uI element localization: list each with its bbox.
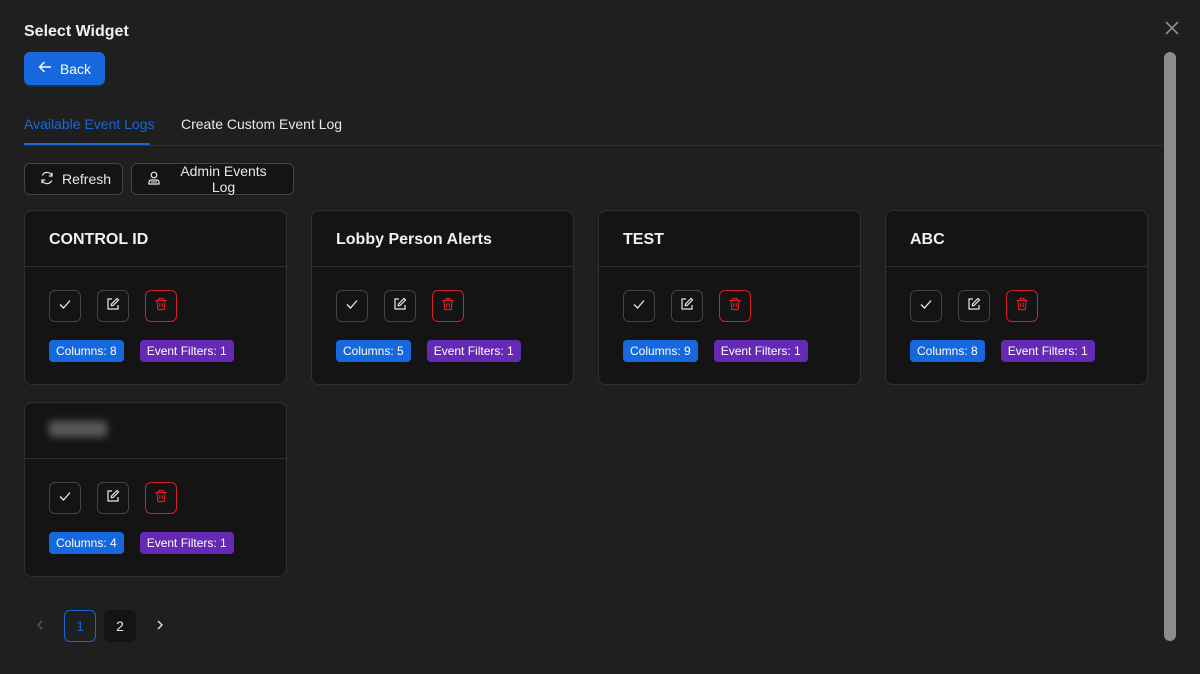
columns-tag: Columns: 5 — [336, 340, 411, 362]
columns-tag: Columns: 9 — [623, 340, 698, 362]
chevron-left-icon — [34, 618, 46, 634]
select-button[interactable] — [49, 290, 81, 322]
delete-button[interactable] — [145, 290, 177, 322]
refresh-label: Refresh — [62, 171, 112, 187]
edit-icon — [393, 297, 407, 316]
check-icon — [632, 297, 646, 316]
event-filters-tag: Event Filters: 1 — [139, 340, 234, 362]
redacted-title-blur — [49, 421, 107, 437]
edit-icon — [680, 297, 694, 316]
trash-icon — [154, 297, 168, 316]
close-icon[interactable] — [1162, 18, 1182, 38]
select-widget-modal: Select Widget Back Available Event Logs … — [0, 0, 1200, 674]
page-2-button[interactable]: 2 — [104, 610, 136, 642]
modal-title: Select Widget — [24, 23, 129, 40]
prev-page-button[interactable] — [24, 610, 56, 642]
card-title: CONTROL ID — [25, 211, 286, 267]
check-icon — [58, 489, 72, 508]
event-filters-tag: Event Filters: 1 — [1000, 340, 1095, 362]
delete-button[interactable] — [1006, 290, 1038, 322]
columns-tag: Columns: 8 — [910, 340, 985, 362]
edit-icon — [106, 489, 120, 508]
event-log-card: ABC Columns: 8 Event Filters: 1 — [885, 210, 1148, 385]
user-icon — [147, 171, 161, 188]
admin-events-log-label: Admin Events Log — [180, 163, 267, 195]
edit-button[interactable] — [97, 290, 129, 322]
page-1-button[interactable]: 1 — [64, 610, 96, 642]
check-icon — [345, 297, 359, 316]
card-title: ABC — [886, 211, 1147, 267]
event-log-card: Columns: 4 Event Filters: 1 — [24, 402, 287, 577]
trash-icon — [154, 489, 168, 508]
back-button-label: Back — [59, 60, 92, 77]
columns-tag: Columns: 4 — [49, 532, 124, 554]
admin-events-log-button[interactable]: Admin Events Log — [131, 163, 294, 195]
trash-icon — [441, 297, 455, 316]
card-title: TEST — [599, 211, 860, 267]
event-filters-tag: Event Filters: 1 — [426, 340, 521, 362]
select-button[interactable] — [910, 290, 942, 322]
delete-button[interactable] — [145, 482, 177, 514]
refresh-button[interactable]: Refresh — [24, 163, 123, 195]
chevron-right-icon — [154, 618, 166, 634]
trash-icon — [1015, 297, 1029, 316]
edit-button[interactable] — [671, 290, 703, 322]
refresh-icon — [40, 171, 54, 188]
edit-button[interactable] — [958, 290, 990, 322]
edit-button[interactable] — [384, 290, 416, 322]
active-tab-indicator — [24, 143, 150, 145]
columns-tag: Columns: 8 — [49, 340, 124, 362]
event-log-card: Lobby Person Alerts Columns: 5 Event Fil… — [311, 210, 574, 385]
edit-icon — [967, 297, 981, 316]
check-icon — [58, 297, 72, 316]
scrollbar-thumb[interactable] — [1164, 52, 1176, 641]
next-page-button[interactable] — [144, 610, 176, 642]
tab-bar: Available Event Logs Create Custom Event… — [24, 106, 1164, 146]
select-button[interactable] — [49, 482, 81, 514]
delete-button[interactable] — [432, 290, 464, 322]
card-title-redacted — [25, 403, 286, 459]
event-log-card: TEST Columns: 9 Event Filters: 1 — [598, 210, 861, 385]
edit-button[interactable] — [97, 482, 129, 514]
edit-icon — [106, 297, 120, 316]
select-button[interactable] — [623, 290, 655, 322]
event-filters-tag: Event Filters: 1 — [713, 340, 808, 362]
event-log-card: CONTROL ID Columns: 8 Event Filters: 1 — [24, 210, 287, 385]
check-icon — [919, 297, 933, 316]
back-button[interactable]: Back — [24, 52, 105, 85]
event-filters-tag: Event Filters: 1 — [139, 532, 234, 554]
trash-icon — [728, 297, 742, 316]
select-button[interactable] — [336, 290, 368, 322]
card-title: Lobby Person Alerts — [312, 211, 573, 267]
delete-button[interactable] — [719, 290, 751, 322]
tab-create-custom-event-log[interactable]: Create Custom Event Log — [181, 116, 342, 132]
arrow-left-icon — [38, 60, 52, 77]
tab-available-event-logs[interactable]: Available Event Logs — [24, 116, 155, 132]
